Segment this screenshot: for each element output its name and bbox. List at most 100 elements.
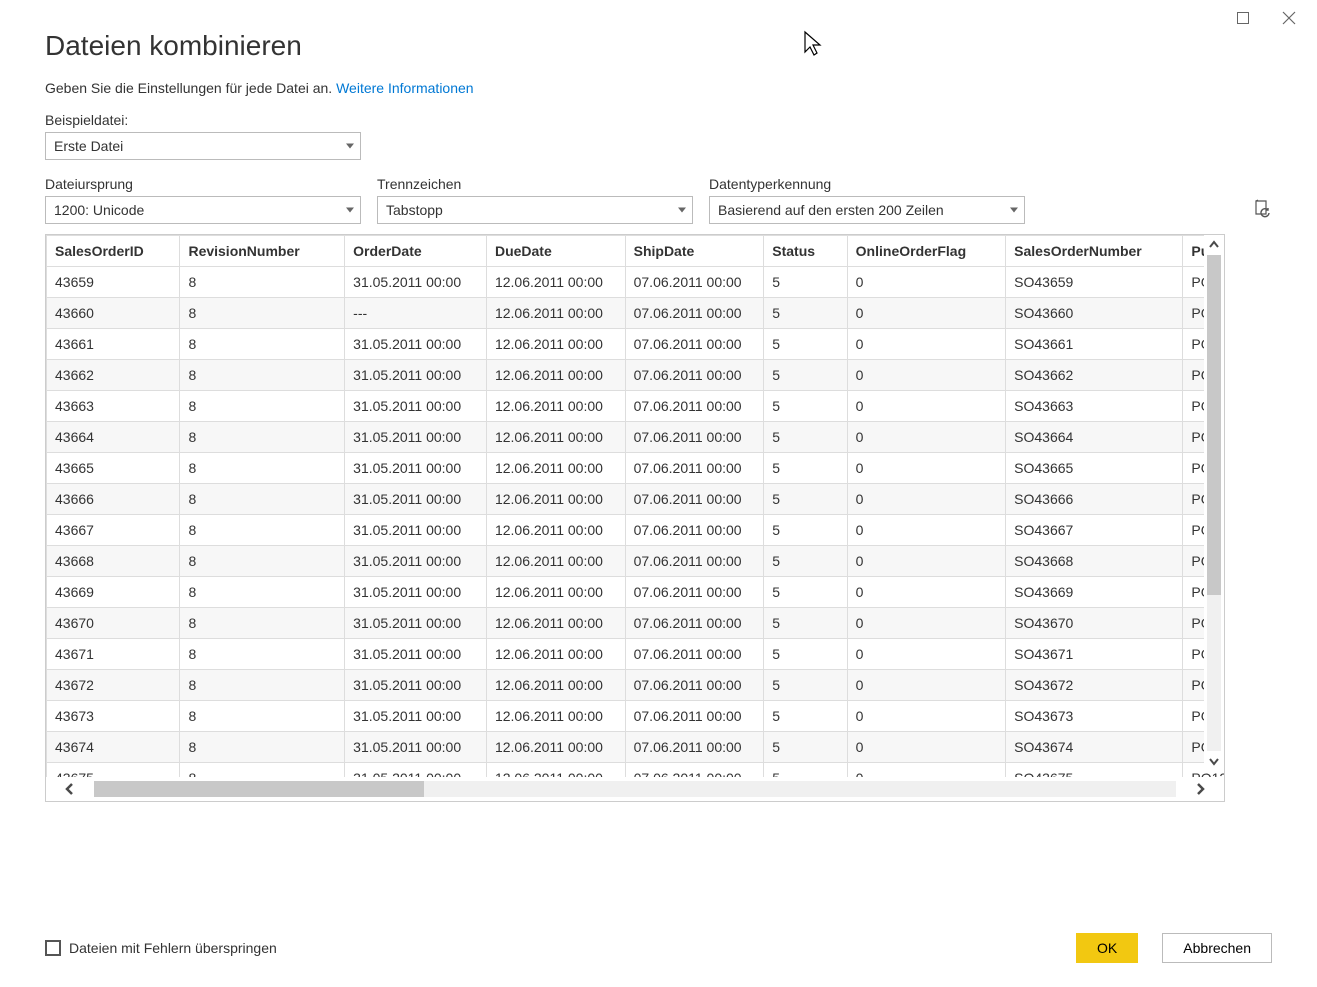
cell-onlineorderflag: 0 <box>847 608 1005 639</box>
table-row[interactable]: 436608---12.06.2011 00:0007.06.2011 00:0… <box>47 298 1226 329</box>
table-row[interactable]: 43669831.05.2011 00:0012.06.2011 00:0007… <box>47 577 1226 608</box>
cell-salesorderid: 43667 <box>47 515 180 546</box>
horizontal-scrollbar[interactable] <box>46 777 1224 801</box>
cell-revisionnumber: 8 <box>180 670 345 701</box>
vertical-scroll-thumb[interactable] <box>1207 255 1221 595</box>
maximize-icon[interactable] <box>1235 10 1251 26</box>
cancel-button[interactable]: Abbrechen <box>1162 933 1272 963</box>
table-row[interactable]: 43670831.05.2011 00:0012.06.2011 00:0007… <box>47 608 1226 639</box>
cell-onlineorderflag: 0 <box>847 329 1005 360</box>
table-row[interactable]: 43664831.05.2011 00:0012.06.2011 00:0007… <box>47 422 1226 453</box>
table-row[interactable]: 43672831.05.2011 00:0012.06.2011 00:0007… <box>47 670 1226 701</box>
scroll-down-icon[interactable] <box>1204 751 1224 771</box>
cell-onlineorderflag: 0 <box>847 577 1005 608</box>
cell-salesorderid: 43659 <box>47 267 180 298</box>
cell-salesordernumber: SO43662 <box>1006 360 1183 391</box>
close-icon[interactable] <box>1281 10 1297 26</box>
ok-button[interactable]: OK <box>1076 933 1138 963</box>
table-row[interactable]: 43665831.05.2011 00:0012.06.2011 00:0007… <box>47 453 1226 484</box>
delimiter-dropdown[interactable]: Tabstopp <box>377 196 693 224</box>
horizontal-scroll-track[interactable] <box>94 781 1176 797</box>
vertical-scrollbar[interactable] <box>1204 235 1224 771</box>
column-header-salesorderid[interactable]: SalesOrderID <box>47 236 180 267</box>
cell-status: 5 <box>764 422 847 453</box>
cell-salesorderid: 43666 <box>47 484 180 515</box>
cell-shipdate: 07.06.2011 00:00 <box>625 267 764 298</box>
cell-orderdate: 31.05.2011 00:00 <box>345 546 487 577</box>
cell-status: 5 <box>764 546 847 577</box>
cell-status: 5 <box>764 732 847 763</box>
cell-onlineorderflag: 0 <box>847 453 1005 484</box>
cell-onlineorderflag: 0 <box>847 484 1005 515</box>
cell-revisionnumber: 8 <box>180 639 345 670</box>
combine-files-dialog: Dateien kombinieren Geben Sie die Einste… <box>0 0 1317 987</box>
preview-table: SalesOrderIDRevisionNumberOrderDateDueDa… <box>46 235 1225 794</box>
cell-salesorderid: 43663 <box>47 391 180 422</box>
table-row[interactable]: 43667831.05.2011 00:0012.06.2011 00:0007… <box>47 515 1226 546</box>
more-info-link[interactable]: Weitere Informationen <box>336 80 473 96</box>
cell-salesordernumber: SO43663 <box>1006 391 1183 422</box>
cell-status: 5 <box>764 453 847 484</box>
horizontal-scroll-thumb[interactable] <box>94 781 424 797</box>
column-header-salesordernumber[interactable]: SalesOrderNumber <box>1006 236 1183 267</box>
column-header-shipdate[interactable]: ShipDate <box>625 236 764 267</box>
column-header-onlineorderflag[interactable]: OnlineOrderFlag <box>847 236 1005 267</box>
table-row[interactable]: 43661831.05.2011 00:0012.06.2011 00:0007… <box>47 329 1226 360</box>
cell-shipdate: 07.06.2011 00:00 <box>625 577 764 608</box>
titlebar-controls <box>1235 10 1297 26</box>
subtitle-text: Geben Sie die Einstellungen für jede Dat… <box>45 80 332 96</box>
cell-salesordernumber: SO43665 <box>1006 453 1183 484</box>
scroll-left-icon[interactable] <box>46 777 94 801</box>
table-row[interactable]: 43666831.05.2011 00:0012.06.2011 00:0007… <box>47 484 1226 515</box>
cell-duedate: 12.06.2011 00:00 <box>486 546 625 577</box>
scroll-up-icon[interactable] <box>1204 235 1224 255</box>
cell-onlineorderflag: 0 <box>847 360 1005 391</box>
column-header-orderdate[interactable]: OrderDate <box>345 236 487 267</box>
cell-shipdate: 07.06.2011 00:00 <box>625 732 764 763</box>
cell-orderdate: 31.05.2011 00:00 <box>345 267 487 298</box>
column-header-status[interactable]: Status <box>764 236 847 267</box>
sample-file-dropdown[interactable]: Erste Datei <box>45 132 361 160</box>
skip-errors-checkbox[interactable] <box>45 940 61 956</box>
dialog-footer: Dateien mit Fehlern überspringen OK Abbr… <box>45 933 1272 963</box>
cell-salesordernumber: SO43660 <box>1006 298 1183 329</box>
vertical-scroll-track[interactable] <box>1207 255 1221 751</box>
table-row[interactable]: 43674831.05.2011 00:0012.06.2011 00:0007… <box>47 732 1226 763</box>
cell-salesorderid: 43669 <box>47 577 180 608</box>
file-origin-dropdown[interactable]: 1200: Unicode <box>45 196 361 224</box>
dialog-subtitle: Geben Sie die Einstellungen für jede Dat… <box>45 80 1272 96</box>
cell-shipdate: 07.06.2011 00:00 <box>625 298 764 329</box>
cell-duedate: 12.06.2011 00:00 <box>486 732 625 763</box>
cell-shipdate: 07.06.2011 00:00 <box>625 639 764 670</box>
cell-salesordernumber: SO43671 <box>1006 639 1183 670</box>
cell-status: 5 <box>764 298 847 329</box>
refresh-icon[interactable] <box>1252 206 1272 222</box>
cell-duedate: 12.06.2011 00:00 <box>486 701 625 732</box>
cell-duedate: 12.06.2011 00:00 <box>486 515 625 546</box>
table-row[interactable]: 43668831.05.2011 00:0012.06.2011 00:0007… <box>47 546 1226 577</box>
type-detection-label: Datentyperkennung <box>709 176 1025 192</box>
cell-salesordernumber: SO43670 <box>1006 608 1183 639</box>
table-row[interactable]: 43662831.05.2011 00:0012.06.2011 00:0007… <box>47 360 1226 391</box>
type-detection-dropdown[interactable]: Basierend auf den ersten 200 Zeilen <box>709 196 1025 224</box>
chevron-down-icon <box>346 208 354 213</box>
cell-shipdate: 07.06.2011 00:00 <box>625 546 764 577</box>
column-header-revisionnumber[interactable]: RevisionNumber <box>180 236 345 267</box>
cell-duedate: 12.06.2011 00:00 <box>486 329 625 360</box>
table-row[interactable]: 43659831.05.2011 00:0012.06.2011 00:0007… <box>47 267 1226 298</box>
cell-salesorderid: 43661 <box>47 329 180 360</box>
delimiter-label: Trennzeichen <box>377 176 693 192</box>
table-row[interactable]: 43671831.05.2011 00:0012.06.2011 00:0007… <box>47 639 1226 670</box>
cell-duedate: 12.06.2011 00:00 <box>486 391 625 422</box>
table-row[interactable]: 43663831.05.2011 00:0012.06.2011 00:0007… <box>47 391 1226 422</box>
cell-salesorderid: 43660 <box>47 298 180 329</box>
column-header-duedate[interactable]: DueDate <box>486 236 625 267</box>
scroll-right-icon[interactable] <box>1176 777 1224 801</box>
cell-salesordernumber: SO43672 <box>1006 670 1183 701</box>
cell-revisionnumber: 8 <box>180 608 345 639</box>
cell-orderdate: 31.05.2011 00:00 <box>345 329 487 360</box>
cell-duedate: 12.06.2011 00:00 <box>486 484 625 515</box>
cell-salesordernumber: SO43673 <box>1006 701 1183 732</box>
table-row[interactable]: 43673831.05.2011 00:0012.06.2011 00:0007… <box>47 701 1226 732</box>
cell-revisionnumber: 8 <box>180 360 345 391</box>
